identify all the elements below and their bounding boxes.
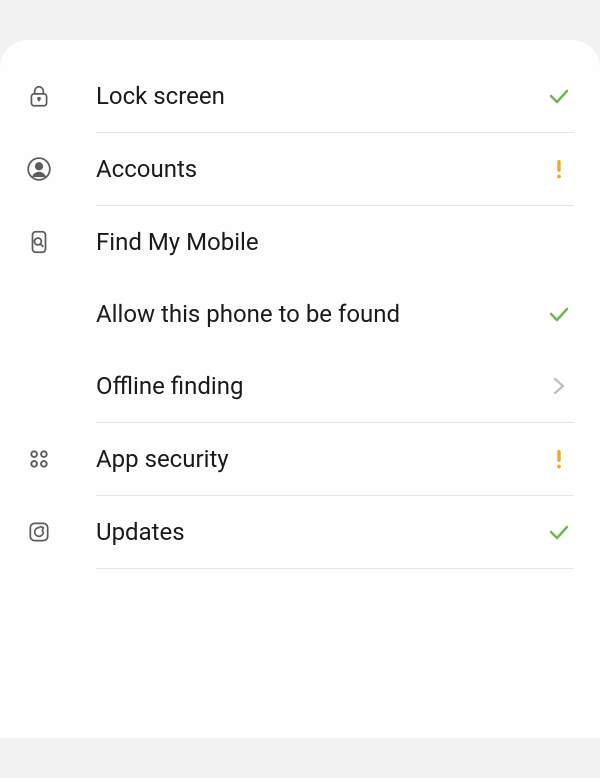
list-item-updates[interactable]: Updates: [0, 496, 600, 568]
accounts-label: Accounts: [96, 155, 544, 183]
find-mobile-icon: [26, 229, 96, 255]
apps-icon: [26, 446, 96, 472]
lock-screen-label: Lock screen: [96, 82, 544, 110]
chevron-right-icon: [544, 374, 574, 398]
divider: [96, 568, 574, 569]
lock-icon: [26, 83, 96, 109]
updates-label: Updates: [96, 518, 544, 546]
warning-icon: [544, 447, 574, 471]
app-security-label: App security: [96, 445, 544, 473]
allow-found-label: Allow this phone to be found: [96, 300, 544, 328]
list-item-allow-found[interactable]: Allow this phone to be found: [0, 278, 600, 350]
offline-finding-label: Offline finding: [96, 372, 544, 400]
check-icon: [544, 302, 574, 326]
updates-icon: [26, 519, 96, 545]
check-icon: [544, 520, 574, 544]
find-my-mobile-label: Find My Mobile: [96, 228, 544, 256]
warning-icon: [544, 157, 574, 181]
account-icon: [26, 156, 96, 182]
list-item-lock-screen[interactable]: Lock screen: [0, 60, 600, 132]
check-icon: [544, 84, 574, 108]
list-item-app-security[interactable]: App security: [0, 423, 600, 495]
settings-list: Lock screen Accounts: [0, 40, 600, 738]
list-item-offline-finding[interactable]: Offline finding: [0, 350, 600, 422]
list-item-find-my-mobile[interactable]: Find My Mobile: [0, 206, 600, 278]
list-item-accounts[interactable]: Accounts: [0, 133, 600, 205]
